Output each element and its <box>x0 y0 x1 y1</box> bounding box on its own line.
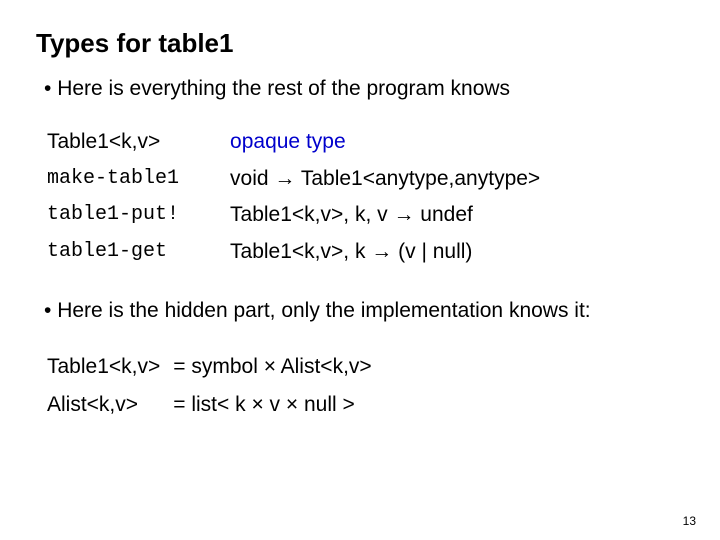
intro-bullet: Here is everything the rest of the progr… <box>44 77 684 101</box>
type-desc: opaque type <box>229 125 588 160</box>
type-signatures-table: Table1<k,v> opaque type make-table1 void… <box>44 123 590 271</box>
page-number: 13 <box>683 514 696 528</box>
type-name: Table1<k,v> <box>46 125 227 160</box>
type-name: table1-get <box>46 235 227 270</box>
def-rhs: = list< k × v × null > <box>172 387 381 423</box>
table-row: make-table1 void → Table1<anytype,anytyp… <box>46 162 588 197</box>
hidden-bullet: Here is the hidden part, only the implem… <box>44 299 684 323</box>
slide-title: Types for table1 <box>36 28 684 59</box>
def-rhs: = symbol × Alist<k,v> <box>172 349 381 385</box>
def-lhs: Table1<k,v> <box>46 349 170 385</box>
slide: Types for table1 Here is everything the … <box>0 0 720 540</box>
type-desc: Table1<k,v>, k → (v | null) <box>229 235 588 270</box>
table-row: Alist<k,v> = list< k × v × null > <box>46 387 382 423</box>
type-desc: void → Table1<anytype,anytype> <box>229 162 588 197</box>
table-row: Table1<k,v> = symbol × Alist<k,v> <box>46 349 382 385</box>
type-name: table1-put! <box>46 198 227 233</box>
hidden-defs-table: Table1<k,v> = symbol × Alist<k,v> Alist<… <box>44 347 384 424</box>
table-row: Table1<k,v> opaque type <box>46 125 588 160</box>
table-row: table1-put! Table1<k,v>, k, v → undef <box>46 198 588 233</box>
def-lhs: Alist<k,v> <box>46 387 170 423</box>
type-name: make-table1 <box>46 162 227 197</box>
type-desc: Table1<k,v>, k, v → undef <box>229 198 588 233</box>
table-row: table1-get Table1<k,v>, k → (v | null) <box>46 235 588 270</box>
